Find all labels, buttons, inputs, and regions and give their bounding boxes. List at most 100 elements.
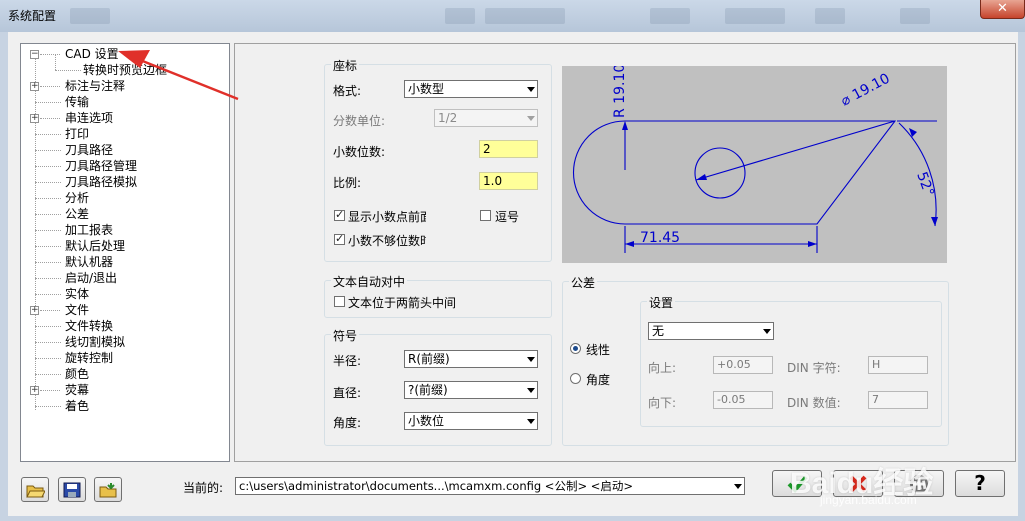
upper-tolerance-input[interactable]: +0.05 [713,356,773,374]
linear-label: 线性 [586,343,611,357]
dimension-preview: R 19.10 ⌀ 19.10 52° 71.45 [562,66,947,263]
close-button[interactable]: ✕ [980,0,1025,19]
tree-item-file-conversion[interactable]: 文件转换 [21,318,227,334]
config-tree[interactable]: − CAD 设置 转换时预览边框 + 标注与注释 传输 + 串连选项 打印 刀具… [20,43,230,462]
tree-item-cad-settings[interactable]: − CAD 设置 [21,46,227,62]
angle-symbol-select[interactable]: 小数位 [404,412,538,430]
comma-checkbox[interactable] [480,210,491,221]
angular-radio[interactable] [570,373,581,384]
show-leading-zero-checkbox[interactable] [334,208,345,221]
tree-item-conversion-preview[interactable]: 转换时预览边框 [21,54,227,78]
tree-item-startup-exit[interactable]: 启动/退出 [21,270,227,286]
expand-icon[interactable]: + [30,114,39,123]
save-file-button[interactable] [58,477,86,502]
background-toolbar-ghost [70,8,110,24]
tree-connector [35,102,61,103]
radius-symbol-value: R(前缀) [408,352,450,366]
tree-item-label: 公差 [65,207,90,221]
expand-icon[interactable]: + [30,306,39,315]
tolerance-type-value: 无 [652,324,665,338]
din-value-label: DIN 数值: [787,396,841,410]
open-file-button[interactable] [21,477,49,502]
tree-item-print[interactable]: 打印 [21,126,227,142]
format-select[interactable]: 小数型 [404,80,538,98]
decimal-places-input[interactable]: 2 [479,140,538,158]
pad-decimals-checkbox[interactable] [334,232,345,245]
current-config-select[interactable]: c:\users\administrator\documents...\mcam… [235,477,745,495]
diameter-dimension-text: ⌀ 19.10 [838,71,892,110]
window-titlebar: 系统配置 ✕ [0,0,1025,32]
background-toolbar-ghost [815,8,845,24]
tree-item-default-post[interactable]: 默认后处理 [21,238,227,254]
scale-input[interactable]: 1.0 [479,172,538,190]
lower-label: 向下: [648,396,677,410]
tree-item-label: 传输 [65,95,90,109]
tree-item-label: 默认机器 [65,255,114,269]
tree-connector [35,230,61,231]
folder-merge-icon [99,483,117,498]
diameter-symbol-select[interactable]: ?(前缀) [404,381,538,399]
tree-item-spin-control[interactable]: 旋转控制 [21,350,227,366]
length-dimension-text: 71.45 [640,230,680,246]
tree-item-dimension-notes[interactable]: + 标注与注释 [21,78,227,94]
tree-item-label: 线切割模拟 [65,335,126,349]
tree-connector [40,390,60,391]
help-button[interactable]: ? [955,470,1005,497]
text-between-arrows-label: 文本位于两箭头中间 [348,296,457,310]
help-icon: ? [974,471,986,495]
tree-item-label: 刀具路径 [65,143,114,157]
tree-connector [40,54,60,55]
current-config-label: 当前的: [183,481,224,495]
tree-item-files[interactable]: + 文件 [21,302,227,318]
expand-icon[interactable]: + [30,386,39,395]
tree-connector [55,70,81,71]
tree-item-toolpath-manager[interactable]: 刀具路径管理 [21,158,227,174]
tree-item-label: 文件转换 [65,319,114,333]
tree-item-machining-report[interactable]: 加工报表 [21,222,227,238]
expand-icon[interactable]: + [30,82,39,91]
collapse-icon[interactable]: − [30,50,39,59]
arrowhead [622,121,628,130]
tree-item-default-machine[interactable]: 默认机器 [21,254,227,270]
tree-connector [35,182,61,183]
close-icon: ✕ [997,1,1008,16]
tolerance-type-select[interactable]: 无 [648,322,774,340]
tree-item-toolpath-simulation[interactable]: 刀具路径模拟 [21,174,227,190]
tree-item-toolpaths[interactable]: 刀具路径 [21,142,227,158]
background-toolbar-ghost [725,8,785,24]
tree-item-label: 刀具路径模拟 [65,175,138,189]
tree-connector [35,326,61,327]
tree-connector [40,118,60,119]
tree-item-label: 串连选项 [65,111,114,125]
tree-item-transfer[interactable]: 传输 [21,94,227,110]
din-char-input[interactable]: H [868,356,928,374]
arrowhead [931,217,938,226]
radius-dimension-text: R 19.10 [612,66,628,118]
angle-symbol-value: 小数位 [408,414,445,428]
text-between-arrows-checkbox[interactable] [334,296,345,307]
fraction-unit-select[interactable]: 1/2 [434,109,538,127]
tree-item-label: 旋转控制 [65,351,114,365]
tree-item-shading[interactable]: 着色 [21,398,227,414]
tree-item-label: 默认后处理 [65,239,126,253]
din-value-input[interactable]: 7 [868,391,928,409]
tree-connector [40,86,60,87]
radius-symbol-select[interactable]: R(前缀) [404,350,538,368]
merge-file-button[interactable] [94,477,122,502]
background-toolbar-ghost [485,8,565,24]
tree-item-analysis[interactable]: 分析 [21,190,227,206]
tree-item-chaining[interactable]: + 串连选项 [21,110,227,126]
background-toolbar-ghost [445,8,475,24]
lower-tolerance-input[interactable]: -0.05 [713,391,773,409]
tree-item-wire-simulation[interactable]: 线切割模拟 [21,334,227,350]
folder-open-icon [26,485,46,498]
linear-radio[interactable] [570,343,581,354]
format-select-value: 小数型 [408,82,445,96]
tree-item-label: 启动/退出 [65,271,118,285]
tree-item-solids[interactable]: 实体 [21,286,227,302]
tree-item-tolerance[interactable]: 公差 [21,206,227,222]
tree-item-screen[interactable]: + 荧幕 [21,382,227,398]
current-config-value: c:\users\administrator\documents...\mcam… [239,479,634,493]
tree-item-colors[interactable]: 颜色 [21,366,227,382]
tree-item-label: 荧幕 [65,383,90,397]
